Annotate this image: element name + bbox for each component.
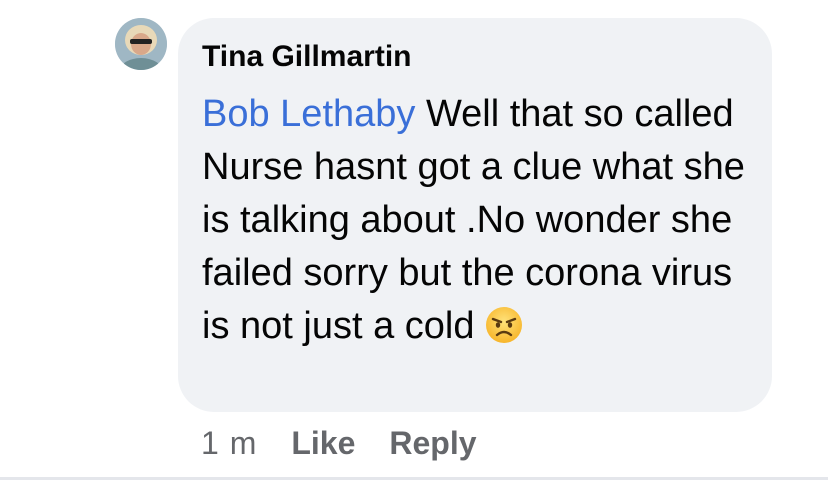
mention-link[interactable]: Bob Lethaby (202, 93, 415, 135)
like-button[interactable]: Like (291, 425, 355, 462)
comment-actions: 1 m Like Reply (201, 425, 477, 462)
avatar-photo (115, 18, 167, 70)
comment-author[interactable]: Tina Gillmartin (202, 40, 412, 74)
avatar[interactable] (115, 18, 167, 70)
angry-face-icon (486, 307, 523, 343)
comment-body: Bob Lethaby Well that so called Nurse ha… (202, 88, 762, 353)
comment-timestamp[interactable]: 1 m (201, 425, 257, 462)
comment-bubble: Tina Gillmartin Bob Lethaby Well that so… (178, 18, 772, 412)
reply-button[interactable]: Reply (389, 425, 476, 462)
